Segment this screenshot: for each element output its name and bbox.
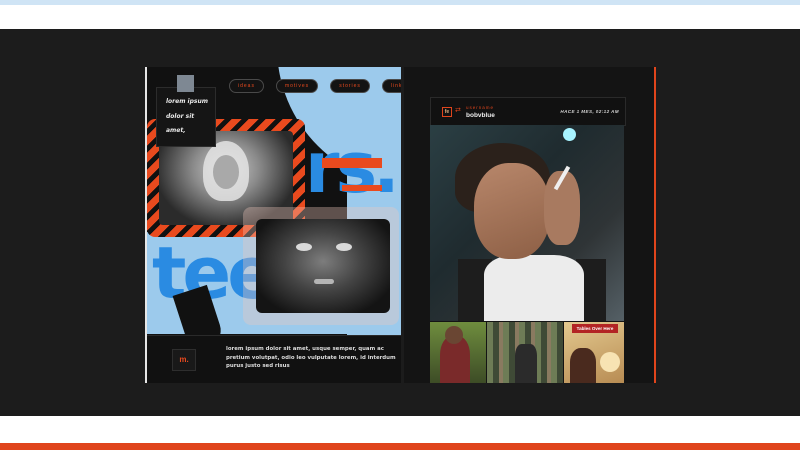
nav-bar: ideas motives stories links (229, 79, 401, 93)
caption-box: lorem ipsum dolor sit amet, (156, 87, 216, 147)
thumbnail-photo-1[interactable] (430, 322, 486, 383)
photo-shirt (484, 255, 584, 321)
username-label: username (466, 105, 495, 110)
caption-line-2: dolor sit (166, 113, 195, 120)
post-header: fe ⇄ username bobvblue HACE 1 MES, 02:12… (430, 97, 626, 126)
right-template-panel: fe ⇄ username bobvblue HACE 1 MES, 02:12… (404, 67, 656, 383)
nav-ideas[interactable]: ideas (229, 79, 264, 93)
thumb-person (570, 348, 596, 383)
left-template-panel: rs. tee ideas motives stories links lore… (145, 67, 401, 383)
closeup-photo-face[interactable] (256, 219, 390, 313)
username[interactable]: bobvblue (466, 112, 495, 119)
photo-face (474, 163, 550, 259)
main-post-photo[interactable] (430, 125, 624, 321)
photo-face (213, 155, 239, 189)
big-graphic-text-top: rs. (305, 127, 400, 209)
thumbnail-photo-3[interactable]: Tables Over Here (564, 322, 624, 383)
avatar[interactable]: fe (442, 107, 452, 117)
footer-paragraph: lorem ipsum dolor sit amet, usque semper… (226, 346, 396, 370)
photo-hand (544, 171, 580, 245)
thumb-person (515, 344, 537, 383)
caption-line-1: lorem ipsum (166, 98, 208, 105)
orange-accent-bar (322, 158, 382, 168)
photo-eye-right (336, 243, 352, 251)
caption-line-3: amet, (166, 127, 186, 134)
bottom-accent-strip (0, 443, 800, 450)
nav-links[interactable]: links (381, 79, 401, 93)
thumb-sign: Tables Over Here (572, 324, 618, 333)
nav-motives[interactable]: motives (275, 79, 319, 93)
photo-eye-left (296, 243, 312, 251)
brand-logo[interactable]: m. (172, 349, 196, 371)
thumb-head (445, 326, 463, 344)
post-timestamp: HACE 1 MES, 02:12 AM (560, 109, 619, 114)
thumb-glow (600, 352, 620, 372)
nav-stories[interactable]: stories (330, 79, 370, 93)
gray-square-icon (177, 75, 194, 92)
photo-light (563, 128, 576, 141)
left-footer: m. lorem ipsum dolor sit amet, usque sem… (147, 335, 401, 383)
orange-accent-bar-small (342, 185, 382, 191)
photo-mouth (314, 279, 334, 284)
repost-icon[interactable]: ⇄ (455, 106, 461, 114)
top-strip (0, 0, 800, 5)
thumbnail-photo-2[interactable] (487, 322, 563, 383)
